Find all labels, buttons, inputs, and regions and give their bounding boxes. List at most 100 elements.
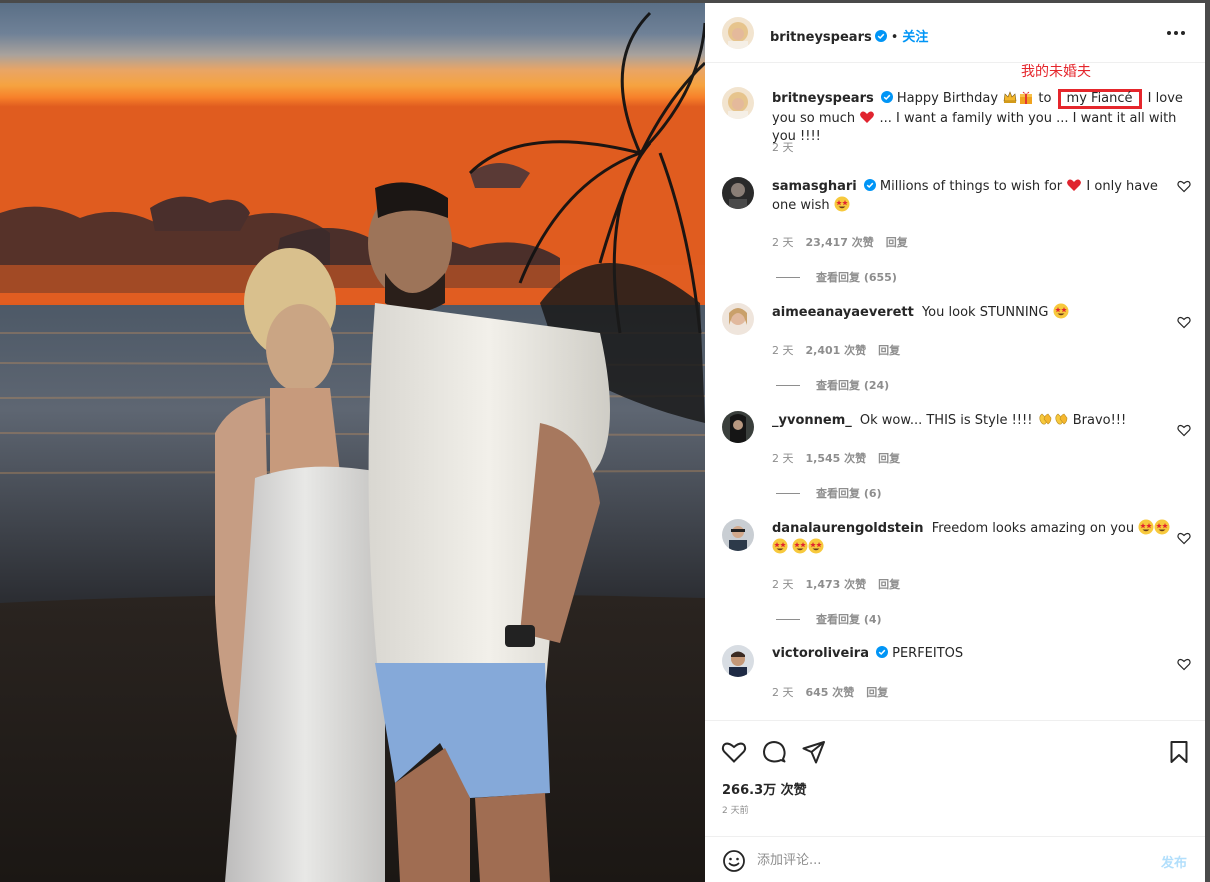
post-comment-button[interactable]: 发布 xyxy=(1161,852,1187,871)
reply-button[interactable]: 回复 xyxy=(878,344,900,357)
caption-username[interactable]: britneyspears xyxy=(772,91,874,106)
caption-text-start: Happy Birthday xyxy=(896,91,999,106)
commenter-avatar[interactable] xyxy=(722,519,754,551)
star-struck-emoji-icon xyxy=(1053,303,1069,319)
view-replies-button[interactable]: 查看回复 (4) xyxy=(776,611,882,627)
comment-body: Freedom looks amazing on you xyxy=(931,521,1135,536)
star-struck-emoji-icon xyxy=(1154,519,1170,535)
smiley-icon[interactable] xyxy=(722,849,746,873)
comment-body: Millions of things to wish for xyxy=(879,179,1063,194)
star-struck-emoji-icon xyxy=(808,538,824,554)
view-replies-button[interactable]: 查看回复 (655) xyxy=(776,269,897,285)
commenter-username[interactable]: aimeeanayaeverett xyxy=(772,305,914,320)
view-replies-button[interactable]: 查看回复 (6) xyxy=(776,485,882,501)
comment-meta: 2 天 1,545 次赞 回复 xyxy=(772,450,912,466)
comment-time: 2 天 xyxy=(772,578,794,591)
comment-input[interactable] xyxy=(757,849,1127,871)
comment-time: 2 天 xyxy=(772,344,794,357)
commenter-username[interactable]: _yvonnem_ xyxy=(772,413,852,428)
star-struck-emoji-icon xyxy=(1138,519,1154,535)
comment-likes[interactable]: 2,401 次赞 xyxy=(806,344,867,357)
view-replies-label: 查看回复 (24) xyxy=(816,379,890,392)
red-heart-emoji-icon xyxy=(1066,177,1082,193)
post-date: 2 天前 xyxy=(722,806,749,816)
star-struck-emoji-icon xyxy=(792,538,808,554)
comment-bubble-icon[interactable] xyxy=(761,739,787,765)
replies-divider xyxy=(776,385,800,386)
comment-body: Ok wow... THIS is Style !!!! xyxy=(859,413,1033,428)
caption-time: 2 天 xyxy=(772,141,794,154)
commenter-avatar[interactable] xyxy=(722,303,754,335)
paper-plane-icon[interactable] xyxy=(801,739,827,765)
replies-divider xyxy=(776,277,800,278)
view-replies-button[interactable]: 查看回复 (24) xyxy=(776,377,889,393)
comment-text: aimeeanayaeverett You look STUNNING xyxy=(772,303,1177,322)
comment-time: 2 天 xyxy=(772,686,794,699)
header-user: britneyspears • 关注 xyxy=(770,26,928,45)
commenter-username[interactable]: victoroliveira xyxy=(772,646,869,661)
commenter-avatar[interactable] xyxy=(722,645,754,677)
view-replies-label: 查看回复 (4) xyxy=(816,613,882,626)
like-comment-heart-icon[interactable] xyxy=(1177,423,1191,437)
comment-body-2: Bravo!!! xyxy=(1072,413,1127,428)
add-comment-bar: 发布 xyxy=(705,836,1205,882)
post-sidebar: britneyspears • 关注 我的未婚夫 britneyspears Hap… xyxy=(705,3,1205,882)
comment-text: samasghari Millions of things to wish fo… xyxy=(772,177,1177,215)
clapping-hands-emoji-icon xyxy=(1037,411,1053,427)
commenter-username[interactable]: danalaurengoldstein xyxy=(772,521,924,536)
like-comment-heart-icon[interactable] xyxy=(1177,657,1191,671)
comment-likes[interactable]: 645 次赞 xyxy=(806,686,855,699)
verified-badge-icon xyxy=(875,646,888,658)
comment-body: You look STUNNING xyxy=(921,305,1049,320)
caption-text-to: to xyxy=(1038,91,1052,106)
comment-text: danalaurengoldstein Freedom looks amazin… xyxy=(772,519,1177,557)
like-comment-heart-icon[interactable] xyxy=(1177,315,1191,329)
reply-button[interactable]: 回复 xyxy=(878,578,900,591)
commenter-avatar[interactable] xyxy=(722,177,754,209)
post-photo[interactable] xyxy=(0,3,705,882)
comment-text: victoroliveira PERFEITOS xyxy=(772,645,1177,663)
header-separator: • xyxy=(890,30,899,45)
highlighted-fiance-text: my Fiancé xyxy=(1057,89,1142,109)
comment-likes[interactable]: 1,545 次赞 xyxy=(806,452,867,465)
reply-button[interactable]: 回复 xyxy=(866,686,888,699)
verified-badge-icon xyxy=(874,30,887,42)
author-avatar[interactable] xyxy=(722,17,754,49)
commenter-username[interactable]: samasghari xyxy=(772,179,857,194)
author-username[interactable]: britneyspears xyxy=(770,30,872,45)
view-replies-label: 查看回复 (655) xyxy=(816,271,897,284)
verified-badge-icon xyxy=(880,91,893,103)
replies-divider xyxy=(776,493,800,494)
comment-likes[interactable]: 1,473 次赞 xyxy=(806,578,867,591)
comment-meta: 2 天 23,417 次赞 回复 xyxy=(772,234,920,250)
annotation-label: 我的未婚夫 xyxy=(1021,64,1091,80)
follow-button[interactable]: 关注 xyxy=(902,30,928,45)
bookmark-icon[interactable] xyxy=(1166,739,1192,765)
post-actions: 266.3万 次赞 2 天前 xyxy=(705,720,1205,840)
caption-avatar[interactable] xyxy=(722,87,754,119)
clapping-hands-emoji-icon xyxy=(1053,411,1069,427)
red-heart-emoji-icon xyxy=(859,109,875,125)
comment-time: 2 天 xyxy=(772,236,794,249)
comment-meta: 2 天 645 次赞 回复 xyxy=(772,684,900,700)
comment-meta: 2 天 1,473 次赞 回复 xyxy=(772,576,912,592)
replies-divider xyxy=(776,619,800,620)
comment-likes[interactable]: 23,417 次赞 xyxy=(806,236,874,249)
post-caption: britneyspears Happy Birthday to my Fianc… xyxy=(772,89,1192,146)
star-struck-emoji-icon xyxy=(834,196,850,212)
heart-icon[interactable] xyxy=(721,739,747,765)
view-replies-label: 查看回复 (6) xyxy=(816,487,882,500)
like-comment-heart-icon[interactable] xyxy=(1177,531,1191,545)
comment-meta: 2 天 2,401 次赞 回复 xyxy=(772,342,912,358)
reply-button[interactable]: 回复 xyxy=(886,236,908,249)
comment-text: _yvonnem_ Ok wow... THIS is Style !!!! B… xyxy=(772,411,1177,430)
star-struck-emoji-icon xyxy=(772,538,788,554)
comment-body: PERFEITOS xyxy=(892,646,964,661)
more-horizontal-icon[interactable] xyxy=(1165,23,1187,43)
like-comment-heart-icon[interactable] xyxy=(1177,179,1191,193)
likes-count[interactable]: 266.3万 次赞 xyxy=(722,779,807,798)
commenter-avatar[interactable] xyxy=(722,411,754,443)
comment-time: 2 天 xyxy=(772,452,794,465)
post-header: britneyspears • 关注 xyxy=(705,3,1205,63)
reply-button[interactable]: 回复 xyxy=(878,452,900,465)
